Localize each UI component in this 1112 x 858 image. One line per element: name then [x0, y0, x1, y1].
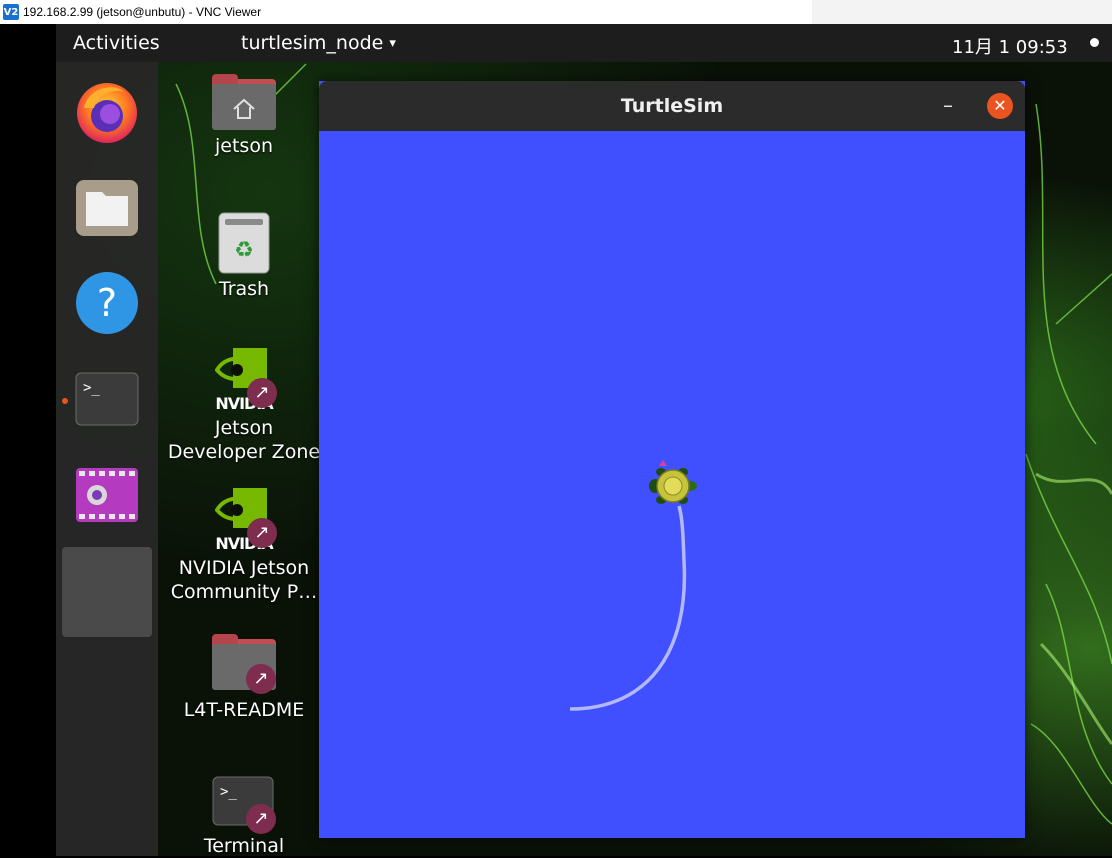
desktop-icon-l4t-readme[interactable]: ↗ L4T-README	[160, 634, 328, 722]
svg-text:>_: >_	[83, 380, 100, 396]
chevron-down-icon: ▾	[389, 36, 396, 51]
dock-firefox[interactable]	[70, 74, 144, 148]
desktop-icon-label: jetson	[215, 135, 273, 157]
trash-icon: ♻	[218, 212, 270, 274]
vnc-title-bar: V2 192.168.2.99 (jetson@unbutu) - VNC Vi…	[0, 0, 1112, 24]
desktop-icon-label: Terminal	[203, 835, 285, 857]
desktop-icon-label: Trash	[218, 278, 270, 300]
turtle-canvas-drawing	[569, 460, 697, 711]
video-icon	[76, 468, 138, 522]
firefox-icon	[77, 83, 137, 143]
desktop-icon-label: L4T-README	[183, 699, 305, 721]
folder-link-icon: ↗	[212, 634, 276, 694]
turtle-icon	[649, 460, 697, 504]
vnc-title-bar-controls-area	[812, 0, 1112, 24]
link-arrow-icon: ↗	[247, 518, 277, 548]
minimize-button[interactable]: –	[943, 93, 953, 117]
terminal-icon: >_	[75, 372, 139, 426]
desktop-icon-jetson-developer-zone[interactable]: NVIDIA ↗ Jetson Developer Zone	[160, 348, 328, 464]
turtlesim-window-title: TurtleSim	[620, 95, 724, 117]
vnc-logo-icon: V2	[3, 4, 19, 20]
link-arrow-icon: ↗	[246, 664, 276, 694]
clock[interactable]: 11月 1 09:53	[952, 33, 1068, 59]
home-folder-icon	[212, 74, 276, 130]
terminal-link-icon: >_ ↗	[212, 776, 276, 834]
link-arrow-icon: ↗	[246, 804, 276, 834]
activities-button[interactable]: Activities	[73, 32, 160, 54]
svg-text:?: ?	[97, 281, 117, 325]
app-menu-label: turtlesim_node	[241, 32, 384, 54]
turtlesim-window: TurtleSim – ✕	[319, 81, 1025, 838]
dock-video[interactable]	[70, 458, 144, 532]
svg-text:♻: ♻	[234, 238, 254, 263]
nvidia-link-icon: NVIDIA ↗	[209, 348, 279, 416]
desktop-icon-label-line1: NVIDIA Jetson	[178, 557, 310, 579]
dock-files[interactable]	[70, 170, 144, 244]
dock-terminal[interactable]: >_	[70, 362, 144, 436]
desktop-icon-label-line2: Developer Zone	[167, 441, 321, 463]
system-status-icon[interactable]	[1090, 38, 1099, 47]
dock: ? >_	[56, 62, 158, 856]
desktop-icon-trash[interactable]: ♻ Trash	[160, 211, 328, 301]
help-icon: ?	[76, 272, 138, 334]
desktop-icon-terminal[interactable]: >_ ↗ Terminal	[160, 776, 328, 858]
turtlesim-title-bar[interactable]: TurtleSim – ✕	[319, 81, 1025, 131]
desktop-icon-label-line1: Jetson	[214, 417, 274, 439]
running-indicator	[62, 398, 68, 404]
desktop-icon-jetson[interactable]: jetson	[160, 74, 328, 158]
vnc-window-title: 192.168.2.99 (jetson@unbutu) - VNC Viewe…	[23, 5, 262, 19]
desktop-icon-nvidia-jetson-community[interactable]: NVIDIA ↗ NVIDIA Jetson Community P…	[160, 488, 328, 604]
dock-help[interactable]: ?	[70, 266, 144, 340]
turtlesim-canvas	[319, 131, 1025, 838]
close-button[interactable]: ✕	[987, 93, 1013, 119]
desktop-icon-label-line2: Community P…	[170, 581, 318, 603]
app-menu-button[interactable]: turtlesim_node ▾	[241, 32, 396, 54]
files-icon	[76, 180, 138, 236]
top-panel: Activities turtlesim_node ▾ 11月 1 09:53	[56, 24, 1112, 62]
nvidia-link-icon: NVIDIA ↗	[209, 488, 279, 556]
dock-turtlesim-app-icon[interactable]	[62, 547, 152, 637]
turtle-pen-trail	[569, 505, 687, 711]
link-arrow-icon: ↗	[247, 378, 277, 408]
svg-text:>_: >_	[220, 784, 237, 800]
